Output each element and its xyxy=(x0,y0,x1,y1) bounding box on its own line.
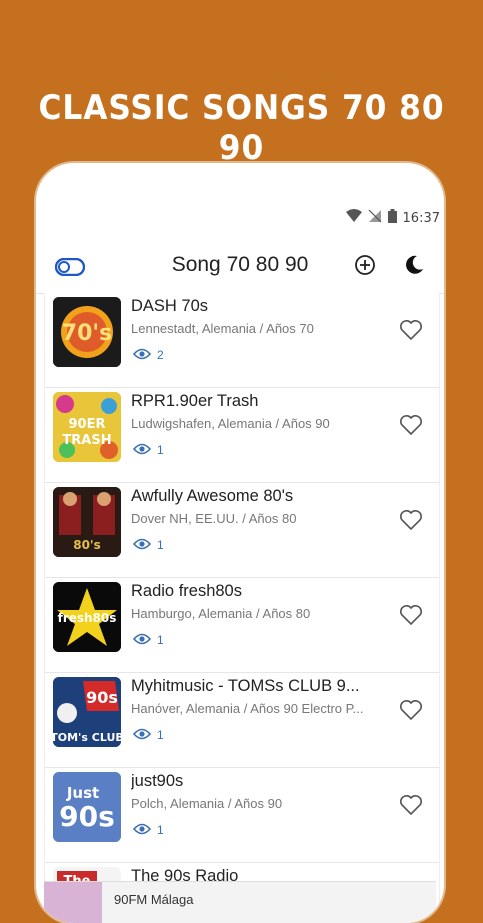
eye-icon xyxy=(132,725,152,744)
views-count: 1 xyxy=(157,632,164,647)
station-name: Awfully Awesome 80's xyxy=(131,487,294,505)
svg-text:fresh80s: fresh80s xyxy=(58,611,117,625)
views-count: 1 xyxy=(157,442,164,457)
views-counter: 1 xyxy=(132,820,164,839)
promo-title: CLASSIC SONGS 70 80 90 xyxy=(38,88,445,168)
station-location: Hamburgo, Alemania / Años 80 xyxy=(131,606,311,621)
status-bar: 16:37 xyxy=(280,207,444,229)
svg-text:TRASH: TRASH xyxy=(62,433,111,448)
views-counter: 1 xyxy=(132,440,164,459)
views-counter: 1 xyxy=(132,630,164,649)
views-counter: 1 xyxy=(132,535,164,554)
svg-text:80's: 80's xyxy=(73,538,101,552)
list-item[interactable]: Just 90s just90s Polch, Alemania / Años 9… xyxy=(45,768,439,863)
views-count: 1 xyxy=(157,537,164,552)
signal-icon xyxy=(368,209,382,227)
views-counter: 2 xyxy=(132,345,164,364)
station-location: Dover NH, EE.UU. / Años 80 xyxy=(131,511,297,526)
station-name: DASH 70s xyxy=(131,297,209,315)
heart-icon[interactable] xyxy=(399,794,423,820)
mini-player-thumbnail xyxy=(44,882,102,923)
station-name: just90s xyxy=(131,772,184,790)
eye-icon xyxy=(132,440,152,459)
page-title: Song 70 80 90 xyxy=(171,253,309,276)
eye-icon xyxy=(132,630,152,649)
list-item[interactable]: 90ER TRASH RPR1.90er Trash Ludwigshafen, … xyxy=(45,388,439,483)
views-count: 1 xyxy=(157,727,164,742)
views-count: 2 xyxy=(157,347,164,362)
station-location: Hanóver, Alemania / Años 90 Electro P... xyxy=(131,701,364,716)
station-logo: 70's xyxy=(53,297,121,367)
station-name: Radio fresh80s xyxy=(131,582,242,600)
station-logo: 90ER TRASH xyxy=(53,392,121,462)
list-item[interactable]: fresh80s Radio fresh80s Hamburgo, Aleman… xyxy=(45,578,439,673)
app-bar: Song 70 80 90 xyxy=(36,243,444,294)
svg-text:70's: 70's xyxy=(62,321,112,346)
add-icon[interactable] xyxy=(353,253,377,281)
views-counter: 1 xyxy=(132,725,164,744)
station-logo: 80's xyxy=(53,487,121,557)
list-item[interactable]: 70's DASH 70s Lennestadt, Alemania / Año… xyxy=(45,293,439,388)
status-time: 16:37 xyxy=(402,210,440,226)
station-location: Ludwigshafen, Alemania / Años 90 xyxy=(131,416,330,431)
heart-icon[interactable] xyxy=(399,509,423,535)
wifi-icon xyxy=(345,209,362,227)
heart-icon[interactable] xyxy=(399,699,423,725)
station-logo: 90s TOM's CLUB xyxy=(53,677,121,747)
phone-frame: 16:37 Song 70 80 90 70's DASH 70s Lennes… xyxy=(36,163,444,923)
station-location: Polch, Alemania / Años 90 xyxy=(131,796,283,811)
views-count: 1 xyxy=(157,822,164,837)
list-item[interactable]: 90s TOM's CLUB Myhitmusic - TOMSs CLUB 9.… xyxy=(45,673,439,768)
station-location: Lennestadt, Alemania / Años 70 xyxy=(131,321,314,336)
svg-text:90s: 90s xyxy=(59,800,115,833)
svg-text:90s: 90s xyxy=(86,688,118,707)
station-logo: fresh80s xyxy=(53,582,121,652)
battery-icon xyxy=(387,209,397,227)
svg-text:TOM's CLUB: TOM's CLUB xyxy=(53,731,121,744)
station-name: Myhitmusic - TOMSs CLUB 9... xyxy=(131,677,360,695)
moon-icon[interactable] xyxy=(402,253,426,281)
svg-text:90ER: 90ER xyxy=(69,417,106,432)
heart-icon[interactable] xyxy=(399,604,423,630)
heart-icon[interactable] xyxy=(399,414,423,440)
eye-icon xyxy=(132,820,152,839)
station-name: RPR1.90er Trash xyxy=(131,392,259,410)
eye-icon xyxy=(132,535,152,554)
station-logo: Just 90s xyxy=(53,772,121,842)
list-item[interactable]: 80's Awfully Awesome 80's Dover NH, EE.U… xyxy=(45,483,439,578)
station-list: 70's DASH 70s Lennestadt, Alemania / Año… xyxy=(44,293,440,923)
heart-icon[interactable] xyxy=(399,319,423,345)
mini-player[interactable]: 90FM Málaga xyxy=(44,881,436,923)
eye-icon xyxy=(132,345,152,364)
